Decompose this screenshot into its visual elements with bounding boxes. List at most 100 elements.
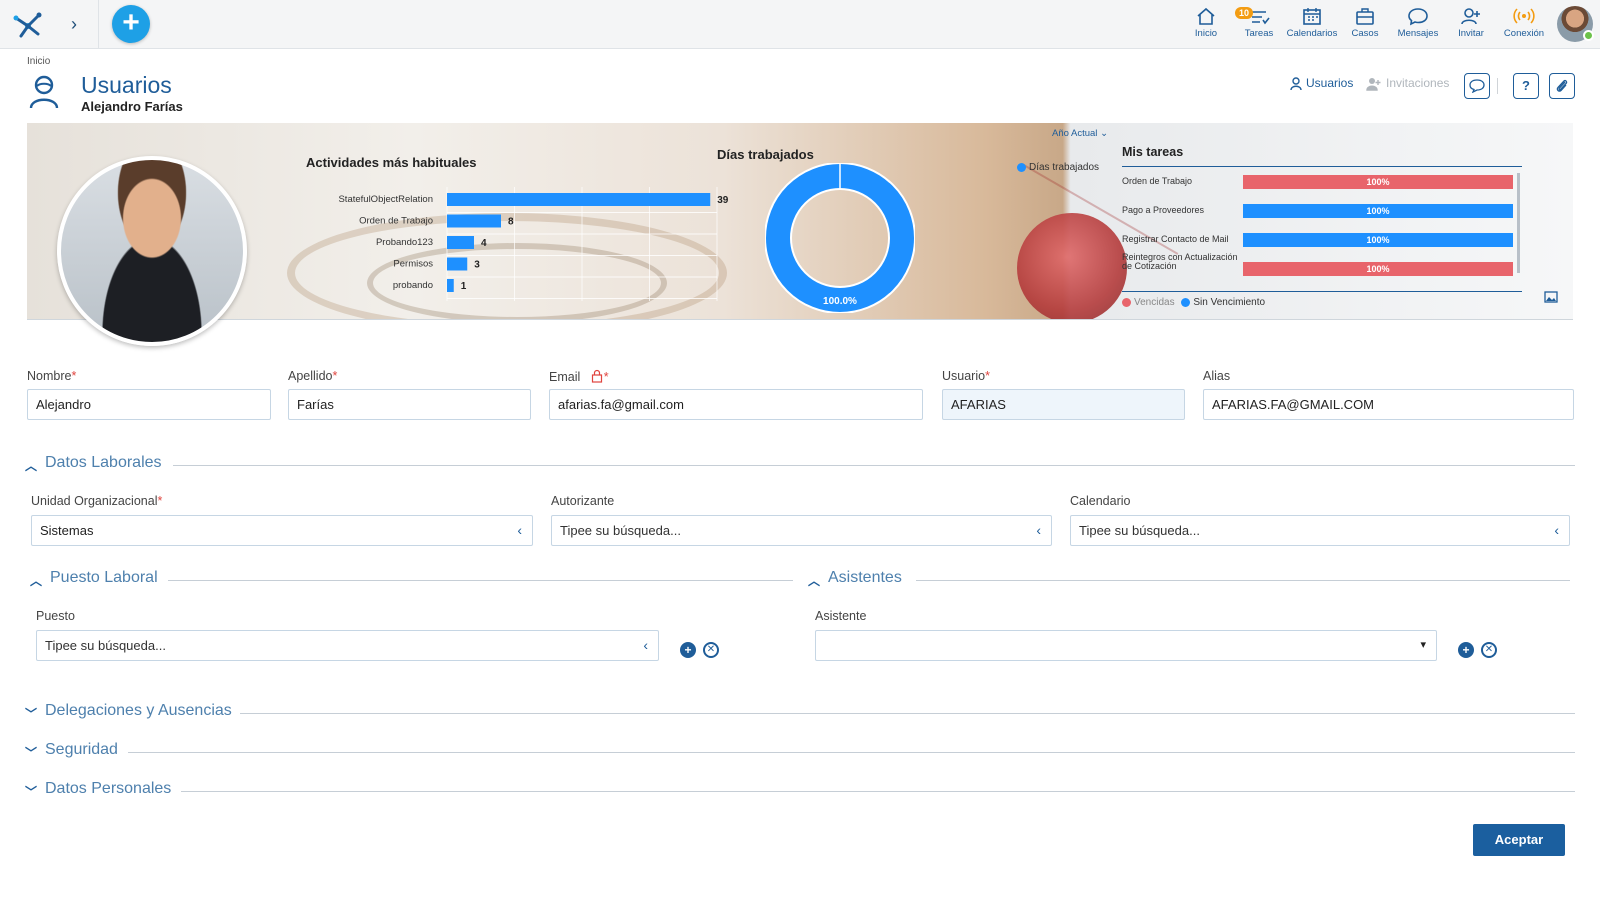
chevron-down-icon: ﹀ (25, 785, 38, 799)
apellido-input[interactable]: Farías (288, 389, 531, 420)
autorizante-label: Autorizante (551, 494, 615, 508)
comments-button[interactable] (1464, 73, 1490, 99)
lock-icon[interactable] (590, 369, 604, 383)
email-input[interactable]: afarias.fa@gmail.com (549, 389, 923, 420)
task-bar[interactable]: 100% (1243, 175, 1513, 189)
activity-label: Permisos (393, 259, 433, 270)
clear-asistente-button[interactable]: ✕ (1481, 642, 1497, 658)
nav-invitar[interactable]: Invitar (1443, 6, 1499, 46)
section-datos-personales[interactable]: ﹀ Datos Personales (25, 780, 1575, 802)
puesto-input[interactable]: Tipee su búsqueda... ‹ (36, 630, 659, 661)
chevron-down-icon: ⌄ (1100, 128, 1109, 139)
activity-label: Probando123 (376, 237, 433, 248)
section-puesto-laboral[interactable]: ︿ Puesto Laboral (30, 569, 793, 591)
user-dashboard-banner: Actividades más habituales StatefulObjec… (27, 123, 1573, 320)
expand-menu-chevron-icon[interactable]: › (66, 14, 82, 34)
task-bar[interactable]: 100% (1243, 233, 1513, 247)
attachments-button[interactable] (1549, 73, 1575, 99)
tasks-scrollbar[interactable] (1517, 173, 1520, 273)
add-asistente-button[interactable]: + (1458, 642, 1474, 658)
asistente-label: Asistente (815, 609, 867, 623)
help-button[interactable]: ? (1513, 73, 1539, 99)
year-filter-dropdown[interactable]: Año Actual ⌄ (1052, 128, 1108, 139)
section-divider (240, 713, 1575, 714)
app-logo-icon[interactable] (12, 9, 44, 39)
activity-bar[interactable] (447, 193, 711, 206)
nombre-input[interactable]: Alejandro (27, 389, 271, 420)
accept-button[interactable]: Aceptar (1473, 824, 1565, 856)
chevron-up-icon: ︿ (25, 459, 38, 473)
image-icon[interactable] (1544, 291, 1558, 303)
section-title: Puesto Laboral (50, 569, 158, 586)
nav-label: Conexión (1503, 28, 1545, 39)
section-divider (916, 580, 1570, 581)
topbar-divider (98, 0, 99, 49)
activity-bar[interactable] (447, 257, 468, 271)
activity-bar[interactable] (447, 279, 454, 292)
comment-icon (1469, 79, 1485, 94)
nav-casos[interactable]: Casos (1337, 6, 1393, 46)
user-profile-photo[interactable] (57, 156, 247, 346)
asistente-select[interactable]: ▾ (815, 630, 1437, 661)
nav-conexion[interactable]: Conexión (1496, 6, 1552, 46)
users-icon (29, 75, 59, 109)
donut-slice[interactable] (766, 164, 914, 312)
activity-bar[interactable] (447, 214, 501, 228)
add-puesto-button[interactable]: + (680, 642, 696, 658)
task-bar[interactable]: 100% (1243, 204, 1513, 218)
unidad-input[interactable]: Sistemas ‹ (31, 515, 533, 546)
activity-value: 39 (717, 195, 729, 206)
section-divider (168, 580, 793, 581)
activity-value: 3 (474, 260, 480, 271)
puesto-label: Puesto (36, 609, 75, 623)
add-new-button[interactable]: + (112, 5, 150, 43)
section-asistentes[interactable]: ︿ Asistentes (808, 569, 1570, 591)
activities-bar-chart: StatefulObjectRelation 39 Orden de Trabajo… (338, 187, 729, 301)
nav-inicio[interactable]: Inicio (1178, 6, 1234, 46)
tab-invitaciones[interactable]: Invitaciones (1366, 76, 1449, 91)
section-divider (181, 791, 1575, 792)
alias-input[interactable]: AFARIAS.FA@GMAIL.COM (1203, 389, 1574, 420)
days-donut-chart: 100.0% (765, 163, 915, 313)
section-delegaciones[interactable]: ﹀ Delegaciones y Ausencias (25, 702, 1575, 724)
chevron-left-icon[interactable]: ‹ (643, 631, 648, 660)
section-title: Datos Personales (45, 780, 172, 797)
chevron-left-icon[interactable]: ‹ (1036, 516, 1041, 545)
usuario-label: Usuario* (942, 369, 990, 383)
task-bar[interactable]: 100% (1243, 262, 1513, 276)
nav-label: Tareas (1244, 28, 1274, 39)
chevron-down-icon: ﹀ (25, 746, 38, 760)
task-label: Orden de Trabajo (1122, 176, 1193, 186)
tasks-chart-divider (1122, 166, 1522, 167)
clear-puesto-button[interactable]: ✕ (703, 642, 719, 658)
section-seguridad[interactable]: ﹀ Seguridad (25, 741, 1575, 763)
online-status-dot (1583, 30, 1594, 41)
nav-label: Inicio (1194, 28, 1218, 39)
days-legend: Días trabajados (1017, 162, 1099, 173)
chevron-left-icon[interactable]: ‹ (517, 516, 522, 545)
nav-label: Calendarios (1286, 28, 1338, 39)
nav-calendarios[interactable]: Calendarios (1284, 6, 1340, 46)
activity-value: 4 (481, 238, 487, 249)
activity-bar[interactable] (447, 236, 474, 249)
tab-usuarios[interactable]: Usuarios (1290, 76, 1353, 91)
tasks-chart-divider (1122, 291, 1522, 292)
usuario-input[interactable]: AFARIAS (942, 389, 1185, 420)
apellido-label: Apellido* (288, 369, 338, 383)
calendar-icon (1303, 8, 1321, 25)
task-label: Reintegros con Actualización de Cotizaci… (1122, 252, 1238, 271)
home-icon (1197, 7, 1215, 25)
calendario-input[interactable]: Tipee su búsqueda... ‹ (1070, 515, 1570, 546)
donut-value-label: 100.0% (823, 296, 857, 307)
tasks-chart-title: Mis tareas (1122, 145, 1184, 159)
nav-mensajes[interactable]: Mensajes (1390, 6, 1446, 46)
legend-no-due: Sin Vencimiento (1193, 297, 1266, 308)
section-divider (173, 465, 1575, 466)
chevron-left-icon[interactable]: ‹ (1554, 516, 1559, 545)
autorizante-input[interactable]: Tipee su búsqueda... ‹ (551, 515, 1052, 546)
section-datos-laborales[interactable]: ︿ Datos Laborales (25, 454, 1575, 476)
breadcrumb[interactable]: Inicio (27, 56, 50, 67)
nav-tareas[interactable]: 10 Tareas (1231, 6, 1287, 46)
section-title: Datos Laborales (45, 454, 162, 471)
task-label: Registrar Contacto de Mail (1122, 234, 1229, 244)
